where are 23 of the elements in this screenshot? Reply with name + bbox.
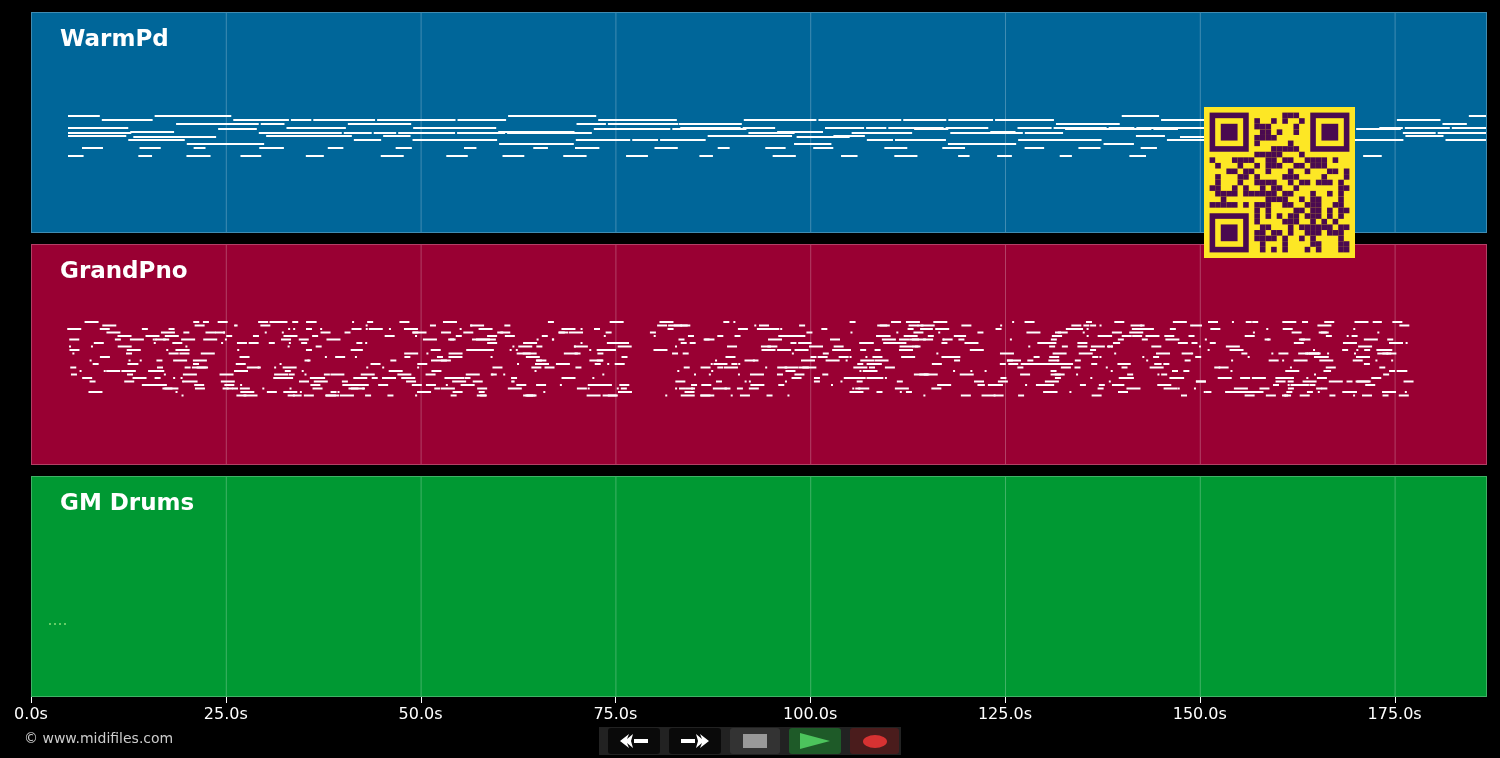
axis-label: 75.0s	[593, 704, 638, 723]
copyright-text: © www.midifiles.com	[24, 730, 174, 746]
play-button[interactable]	[789, 728, 841, 754]
axis-label: 175.0s	[1367, 704, 1422, 723]
axis-label: 0.0s	[14, 704, 48, 723]
axis-label: 100.0s	[783, 704, 838, 723]
axis-label: 50.0s	[398, 704, 443, 723]
track-title: GM Drums	[60, 489, 195, 515]
record-icon	[862, 734, 887, 748]
qr-code-icon	[1204, 107, 1355, 258]
stop-icon	[743, 734, 767, 748]
axis-label: 150.0s	[1172, 704, 1227, 723]
rewind-icon	[620, 734, 648, 748]
play-icon	[800, 733, 830, 749]
track-title: GrandPno	[60, 257, 188, 283]
fast-forward-button[interactable]	[669, 728, 721, 754]
rewind-button[interactable]	[608, 728, 660, 754]
axis-label: 125.0s	[977, 704, 1033, 723]
axis-label: 25.0s	[203, 704, 248, 723]
track-title: WarmPd	[60, 25, 169, 51]
record-button[interactable]	[850, 728, 899, 754]
stop-button[interactable]	[730, 728, 780, 754]
fast-forward-icon	[681, 734, 709, 748]
